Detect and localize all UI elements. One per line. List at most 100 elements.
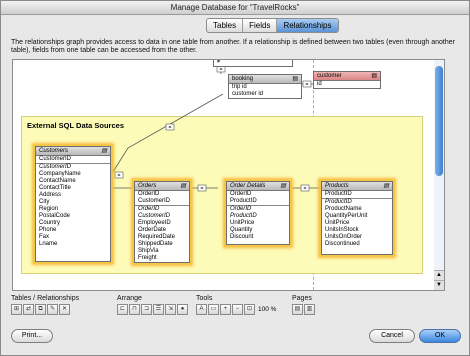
relationship-operator: = xyxy=(306,82,309,88)
key-field: ProductID xyxy=(227,198,289,206)
key-field: OrderID xyxy=(138,191,160,197)
field-row: Quantity xyxy=(230,227,253,233)
table-header: Orders ▤ xyxy=(135,182,189,191)
key-field: OrderID xyxy=(230,191,252,197)
relationships-graph[interactable]: External SQL Data Sources ====== ≠ xyxy=(12,59,435,291)
tables-relationships-label: Tables / Relationships xyxy=(11,295,80,302)
align-right-icon[interactable]: ⊐ xyxy=(141,304,152,315)
duplicate-icon[interactable]: ⧉ xyxy=(35,304,46,315)
field-row: trip id xyxy=(232,84,247,90)
table-header: Products ▤ xyxy=(322,182,392,191)
line-customers-to-booking xyxy=(110,93,224,176)
field-row: Discount xyxy=(230,234,254,240)
key-field: CustomerID xyxy=(36,156,110,164)
key-field: CustomerID xyxy=(135,198,189,206)
pages-label: Pages xyxy=(292,295,312,302)
field-row: CompanyName xyxy=(39,171,81,177)
color-icon[interactable]: ● xyxy=(177,304,188,315)
relationship-operator: = xyxy=(118,173,121,179)
window-title: Manage Database for “TravelRocks” xyxy=(1,1,469,15)
field-row: Phone xyxy=(39,227,57,233)
table-orders[interactable]: Orders ▤ OrderID CustomerID OrderID Custo… xyxy=(134,181,190,263)
field-row: Address xyxy=(39,192,62,198)
align-center-icon[interactable]: ⊓ xyxy=(129,304,140,315)
field-row: UnitPrice xyxy=(325,220,350,226)
distribute-icon[interactable]: ☰ xyxy=(153,304,164,315)
pages-tools: ▤ ▥ xyxy=(292,304,315,315)
field-row: ProductID xyxy=(230,213,257,219)
field-row: Lname xyxy=(39,241,58,247)
field-row: EmployeeID xyxy=(138,220,171,226)
page-breaks-icon[interactable]: ▥ xyxy=(304,304,315,315)
tools-label: Tools xyxy=(196,295,213,302)
align-left-icon[interactable]: ⊏ xyxy=(117,304,128,315)
manage-database-window: Manage Database for “TravelRocks” Tables… xyxy=(0,0,470,356)
field-row: UnitsOnOrder xyxy=(325,234,363,240)
field-row: OrderDate xyxy=(138,227,167,233)
field-row: RequiredDate xyxy=(138,234,176,240)
field-row: ≠ xyxy=(217,59,221,65)
table-customers[interactable]: Customers ▤ CustomerID CustomerID Company… xyxy=(35,146,111,262)
field-row: CustomerID xyxy=(138,213,171,219)
graph-toolbar: Tables / Relationships Arrange Tools Pag… xyxy=(11,295,461,321)
ok-button[interactable]: OK xyxy=(419,329,461,343)
field-row: Freight xyxy=(138,255,157,261)
arrange-label: Arrange xyxy=(117,295,142,302)
field-row: PostalCode xyxy=(39,213,71,219)
tables-tools: ⊞ ⇄ ⧉ ✎ ✕ xyxy=(11,304,70,315)
field-row: City xyxy=(39,199,50,205)
zoom-out-icon[interactable]: − xyxy=(232,304,243,315)
scroll-thumb[interactable] xyxy=(435,66,443,176)
zoom-toggle-icon[interactable]: ⊡ xyxy=(244,304,255,315)
zoom-level[interactable]: 100 % xyxy=(258,304,276,315)
page-setup-icon[interactable]: ▤ xyxy=(292,304,303,315)
table-header: customer ▤ xyxy=(314,72,380,81)
note-icon[interactable]: ▭ xyxy=(208,304,219,315)
field-row: Discontinued xyxy=(325,241,360,247)
zoom-in-icon[interactable]: + xyxy=(220,304,231,315)
scroll-up-arrow-icon[interactable]: ▲ xyxy=(434,270,444,280)
table-header: Order Details ▤ xyxy=(227,182,289,191)
field-row: CustomerID xyxy=(39,164,72,170)
cancel-button[interactable]: Cancel xyxy=(369,329,415,343)
relationship-operator: = xyxy=(220,67,223,73)
add-relationship-icon[interactable]: ⇄ xyxy=(23,304,34,315)
add-table-icon[interactable]: ⊞ xyxy=(11,304,22,315)
table-products[interactable]: Products ▤ ProductID ProductID ProductNam… xyxy=(321,181,393,255)
arrange-tools: ⊏ ⊓ ⊐ ☰ ⇲ ● xyxy=(117,304,188,315)
field-row: ProductName xyxy=(325,206,362,212)
field-row: id xyxy=(317,81,322,87)
field-row: customer id xyxy=(232,91,264,97)
view-tools: A ▭ + − ⊡ 100 % xyxy=(196,304,276,315)
relationships-description: The relationships graph provides access … xyxy=(11,39,455,54)
field-row: OrderID xyxy=(138,206,160,212)
field-row: Region xyxy=(39,206,59,212)
table-customer[interactable]: customer ▤ id xyxy=(313,71,381,89)
vertical-scrollbar[interactable]: ▲ ▼ xyxy=(434,59,445,291)
tab-bar: Tables Fields Relationships xyxy=(206,18,339,33)
tab-fields[interactable]: Fields xyxy=(243,19,278,32)
table-top-partial[interactable]: ≠ xyxy=(213,59,293,67)
relationship-operator: = xyxy=(169,125,172,131)
delete-icon[interactable]: ✕ xyxy=(59,304,70,315)
field-row: UnitPrice xyxy=(230,220,255,226)
scroll-down-arrow-icon[interactable]: ▼ xyxy=(434,280,444,290)
relationship-operator: = xyxy=(304,186,307,192)
edit-icon[interactable]: ✎ xyxy=(47,304,58,315)
line-customers-to-orders xyxy=(111,187,134,195)
field-row: Country xyxy=(39,220,61,226)
resize-icon[interactable]: ⇲ xyxy=(165,304,176,315)
field-row: ShipVia xyxy=(138,248,159,254)
tab-tables[interactable]: Tables xyxy=(207,19,244,32)
table-header: booking ▤ xyxy=(229,75,301,84)
key-field: ProductID xyxy=(322,191,392,199)
table-order-details[interactable]: Order Details ▤ OrderID ProductID OrderID… xyxy=(226,181,290,245)
print-button[interactable]: Print... xyxy=(11,329,53,343)
field-row: OrderID xyxy=(230,206,252,212)
table-header: Customers ▤ xyxy=(36,147,110,156)
text-tool-icon[interactable]: A xyxy=(196,304,207,315)
relationship-operator: = xyxy=(201,186,204,192)
tab-relationships[interactable]: Relationships xyxy=(277,19,338,32)
table-booking[interactable]: booking ▤ trip id customer id xyxy=(228,74,302,99)
field-row: ContactTitle xyxy=(39,185,71,191)
